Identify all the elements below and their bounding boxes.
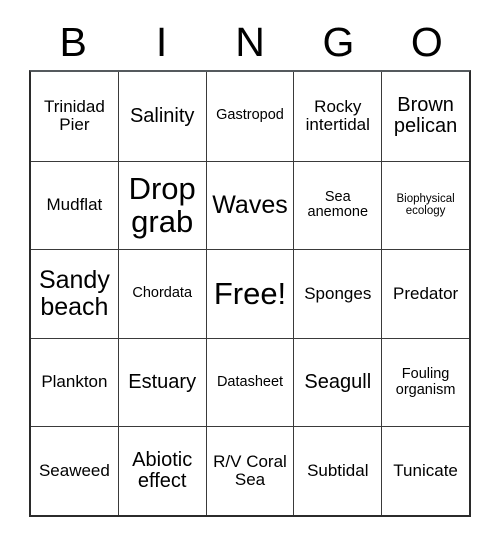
bingo-cell[interactable]: Sea anemone (293, 160, 382, 250)
bingo-cell-label: Sandy beach (38, 265, 110, 321)
bingo-cell-label: Drop grab (128, 170, 196, 240)
bingo-cell-label: Datasheet (216, 373, 284, 390)
bingo-row: Sandy beach Chordata Free! Sponges Predator (31, 249, 469, 338)
bingo-cell-label: Trinidad Pier (44, 96, 105, 135)
bingo-cell[interactable]: Chordata (117, 249, 206, 338)
bingo-cell[interactable]: Drop grab (117, 160, 206, 250)
bingo-cell[interactable]: Estuary (117, 337, 206, 427)
bingo-grid: Trinidad Pier Salinity Gastropod Rocky inte… (29, 70, 471, 517)
bingo-cell-label: Seagull (304, 370, 372, 393)
bingo-header-letter-o: O (410, 18, 443, 65)
bingo-cell-label: Chordata (132, 285, 193, 302)
bingo-cell-label: Gastropod (216, 107, 284, 124)
bingo-cell-label: Tunicate (393, 460, 458, 480)
bingo-cell-label: Fouling organism (395, 365, 456, 398)
bingo-row: Trinidad Pier Salinity Gastropod Rocky inte… (31, 72, 469, 161)
bingo-cell-label: Free! (213, 276, 287, 312)
bingo-cell-label: Subtidal (307, 460, 369, 480)
bingo-cell-label: R/V Coral Sea (213, 451, 287, 490)
bingo-cell[interactable]: Sponges (293, 249, 382, 338)
bingo-cell[interactable]: Gastropod (205, 72, 294, 161)
bingo-cell[interactable]: Biophysical ecology (381, 160, 469, 250)
bingo-free-space[interactable]: Free! (205, 249, 294, 338)
bingo-cell[interactable]: Predator (381, 249, 469, 338)
bingo-cell-label: Abiotic effect (132, 448, 193, 493)
bingo-cell[interactable]: Fouling organism (381, 337, 469, 427)
bingo-cell[interactable]: Rocky intertidal (293, 72, 381, 161)
bingo-cell[interactable]: Mudflat (31, 160, 118, 250)
bingo-card: B I N G O Trinidad Pier Salinity Gastropod Rock… (29, 14, 471, 517)
bingo-header-letter-b: B (59, 18, 87, 65)
bingo-cell-label: Predator (392, 283, 459, 303)
bingo-cell-label: Sponges (304, 283, 372, 303)
bingo-cell-label: Salinity (129, 104, 195, 127)
bingo-cell[interactable]: Seaweed (31, 426, 118, 515)
bingo-cell[interactable]: Seagull (293, 337, 382, 427)
bingo-cell-label: Plankton (41, 372, 108, 392)
bingo-row: Plankton Estuary Datasheet Seagull Fouling o… (31, 337, 469, 427)
bingo-row: Mudflat Drop grab Waves Sea anemone Biophysi… (31, 160, 469, 250)
bingo-cell[interactable]: R/V Coral Sea (205, 426, 294, 515)
bingo-header-letter-i: I (155, 18, 168, 65)
bingo-cell[interactable]: Datasheet (205, 337, 294, 427)
bingo-cell[interactable]: Plankton (31, 337, 118, 427)
bingo-cell-label: Brown pelican (393, 93, 458, 138)
bingo-cell-label: Waves (212, 190, 288, 219)
bingo-row: Seaweed Abiotic effect R/V Coral Sea Subtid… (31, 426, 469, 515)
bingo-cell[interactable]: Waves (205, 160, 294, 250)
bingo-cell-label: Sea anemone (307, 188, 369, 221)
bingo-cell[interactable]: Tunicate (381, 426, 469, 515)
bingo-cell-label: Estuary (128, 370, 197, 393)
bingo-cell[interactable]: Subtidal (293, 426, 382, 515)
bingo-header-letter-g: G (322, 18, 355, 65)
bingo-cell[interactable]: Salinity (117, 72, 206, 161)
bingo-cell-label: Mudflat (46, 195, 103, 215)
bingo-cell[interactable]: Brown pelican (381, 72, 469, 161)
bingo-header: BINGO (29, 14, 471, 70)
bingo-cell-label: Seaweed (38, 460, 110, 480)
bingo-header-letter-n: N (235, 18, 265, 65)
bingo-cell[interactable]: Abiotic effect (117, 426, 206, 515)
bingo-cell-label: Rocky intertidal (305, 96, 370, 135)
bingo-cell-label: Biophysical ecology (396, 192, 455, 218)
bingo-cell[interactable]: Sandy beach (31, 249, 118, 338)
bingo-cell[interactable]: Trinidad Pier (31, 72, 118, 161)
